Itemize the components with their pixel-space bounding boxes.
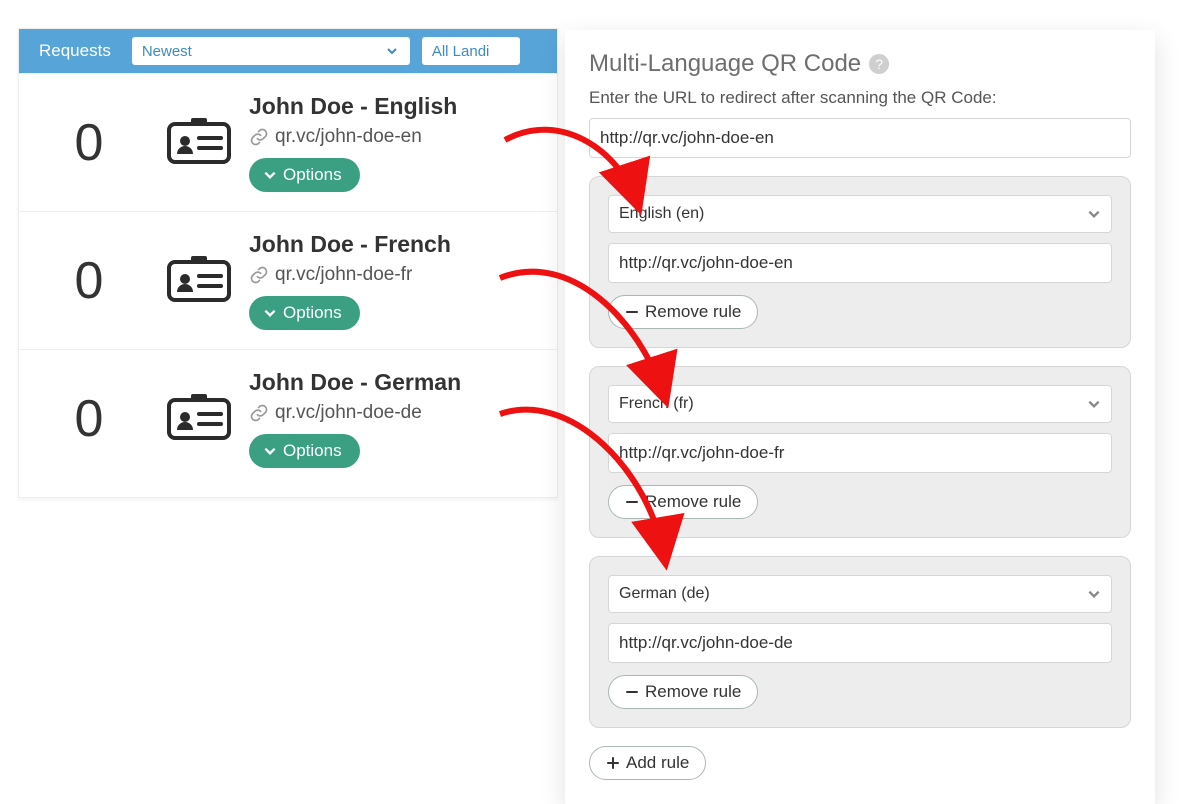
language-select[interactable]: French (fr) bbox=[608, 385, 1112, 423]
language-select-value: German (de) bbox=[619, 585, 710, 603]
item-title: John Doe - German bbox=[249, 369, 461, 396]
remove-rule-button[interactable]: Remove rule bbox=[608, 675, 758, 709]
language-select[interactable]: German (de) bbox=[608, 575, 1112, 613]
panel-title-text: Multi-Language QR Code bbox=[589, 50, 861, 78]
rule-url-input[interactable] bbox=[608, 243, 1112, 283]
chevron-down-icon bbox=[263, 444, 277, 458]
add-rule-label: Add rule bbox=[626, 753, 689, 773]
minus-icon bbox=[625, 495, 639, 509]
remove-rule-button[interactable]: Remove rule bbox=[608, 485, 758, 519]
remove-rule-label: Remove rule bbox=[645, 492, 741, 512]
filter-bar: Requests Newest All Landi bbox=[19, 29, 557, 73]
item-url-text: qr.vc/john-doe-de bbox=[275, 402, 422, 424]
options-button[interactable]: Options bbox=[249, 296, 360, 330]
panel-subtitle: Enter the URL to redirect after scanning… bbox=[589, 88, 1131, 108]
item-url: qr.vc/john-doe-en bbox=[249, 126, 457, 148]
chevron-down-icon bbox=[1087, 397, 1101, 411]
chevron-down-icon bbox=[1087, 587, 1101, 601]
options-label: Options bbox=[283, 303, 342, 323]
item-title: John Doe - English bbox=[249, 93, 457, 120]
sort-select-value: Newest bbox=[142, 43, 192, 60]
rule-block: French (fr) Remove rule bbox=[589, 366, 1131, 538]
requests-label: Requests bbox=[29, 41, 121, 61]
landing-pages-panel: Requests Newest All Landi 0 John Doe - E… bbox=[18, 28, 558, 498]
request-count: 0 bbox=[19, 113, 159, 173]
rule-block: German (de) Remove rule bbox=[589, 556, 1131, 728]
item-title: John Doe - French bbox=[249, 231, 451, 258]
item-url-text: qr.vc/john-doe-fr bbox=[275, 264, 412, 286]
options-button[interactable]: Options bbox=[249, 158, 360, 192]
rule-url-input[interactable] bbox=[608, 623, 1112, 663]
id-card-icon bbox=[159, 394, 239, 444]
plus-icon bbox=[606, 756, 620, 770]
remove-rule-label: Remove rule bbox=[645, 302, 741, 322]
remove-rule-button[interactable]: Remove rule bbox=[608, 295, 758, 329]
list-item: 0 John Doe - German qr.vc/john-doe-de Op… bbox=[19, 349, 557, 487]
chevron-down-icon bbox=[384, 43, 400, 59]
rule-block: English (en) Remove rule bbox=[589, 176, 1131, 348]
request-count: 0 bbox=[19, 389, 159, 449]
item-url-text: qr.vc/john-doe-en bbox=[275, 126, 422, 148]
language-select-value: English (en) bbox=[619, 205, 704, 223]
chevron-down-icon bbox=[1087, 207, 1101, 221]
link-icon bbox=[249, 265, 269, 285]
help-icon[interactable]: ? bbox=[869, 54, 889, 74]
item-url: qr.vc/john-doe-de bbox=[249, 402, 461, 424]
sort-select[interactable]: Newest bbox=[131, 36, 411, 66]
language-select[interactable]: English (en) bbox=[608, 195, 1112, 233]
id-card-icon bbox=[159, 256, 239, 306]
default-url-input[interactable] bbox=[589, 118, 1131, 158]
remove-rule-label: Remove rule bbox=[645, 682, 741, 702]
multi-language-panel: Multi-Language QR Code ? Enter the URL t… bbox=[565, 30, 1155, 804]
list-item: 0 John Doe - French qr.vc/john-doe-fr Op… bbox=[19, 211, 557, 349]
panel-title: Multi-Language QR Code ? bbox=[589, 50, 1131, 78]
minus-icon bbox=[625, 305, 639, 319]
filter-select[interactable]: All Landi bbox=[421, 36, 521, 66]
link-icon bbox=[249, 127, 269, 147]
language-select-value: French (fr) bbox=[619, 395, 694, 413]
minus-icon bbox=[625, 685, 639, 699]
options-label: Options bbox=[283, 441, 342, 461]
chevron-down-icon bbox=[263, 168, 277, 182]
id-card-icon bbox=[159, 118, 239, 168]
link-icon bbox=[249, 403, 269, 423]
chevron-down-icon bbox=[263, 306, 277, 320]
list-item: 0 John Doe - English qr.vc/john-doe-en O… bbox=[19, 73, 557, 211]
item-url: qr.vc/john-doe-fr bbox=[249, 264, 451, 286]
rule-url-input[interactable] bbox=[608, 433, 1112, 473]
filter-select-value: All Landi bbox=[432, 43, 490, 60]
options-button[interactable]: Options bbox=[249, 434, 360, 468]
request-count: 0 bbox=[19, 251, 159, 311]
options-label: Options bbox=[283, 165, 342, 185]
add-rule-button[interactable]: Add rule bbox=[589, 746, 706, 780]
